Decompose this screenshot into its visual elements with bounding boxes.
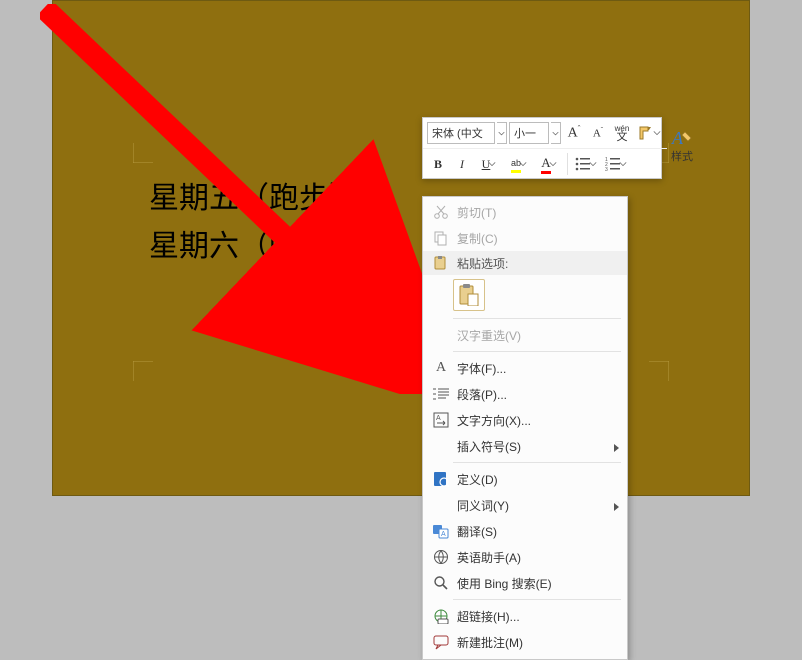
menu-cut-label: 剪切(T) xyxy=(453,204,609,221)
svg-text:A: A xyxy=(671,128,684,148)
numbering-button[interactable]: 123 xyxy=(602,153,630,175)
menu-new-comment[interactable]: 新建批注(M) xyxy=(423,629,627,655)
clipboard-icon xyxy=(459,284,479,306)
svg-text:A: A xyxy=(436,415,441,422)
crop-mark-tl xyxy=(133,137,159,163)
menu-reconvert[interactable]: 汉字重选(V) xyxy=(423,322,627,348)
styles-label: 样式 xyxy=(671,148,693,164)
english-assistant-icon xyxy=(429,549,453,565)
menu-synonyms[interactable]: 同义词(Y) xyxy=(423,492,627,518)
comment-icon xyxy=(429,634,453,650)
styles-icon: A xyxy=(671,128,693,148)
define-icon xyxy=(429,471,453,487)
italic-button[interactable]: I xyxy=(451,153,473,175)
font-letter-icon: A xyxy=(429,360,453,376)
text-line-1[interactable]: 星期五（跑步） xyxy=(149,182,359,215)
menu-hyperlink[interactable]: 超链接(H)... xyxy=(423,603,627,629)
grow-font-button[interactable]: Aˆ xyxy=(563,122,585,144)
menu-insert-symbol[interactable]: 插入符号(S) xyxy=(423,433,627,459)
crop-mark-bl xyxy=(133,361,159,387)
menu-separator xyxy=(453,351,621,352)
menu-english-assistant[interactable]: 英语助手(A) xyxy=(423,544,627,570)
paste-keep-source-button[interactable] xyxy=(453,279,485,311)
menu-separator xyxy=(453,318,621,319)
context-menu: 剪切(T) 复制(C) 粘贴选项: 汉字重选(V) A 字体(F)... 段落(… xyxy=(422,196,628,660)
cut-icon xyxy=(429,204,453,220)
menu-separator xyxy=(453,599,621,600)
paragraph-lines-icon xyxy=(429,387,453,401)
mini-toolbar: 宋体 (中文 小一 Aˆ Aˇ wén文 B I U ab xyxy=(422,117,662,179)
bold-button[interactable]: B xyxy=(427,153,449,175)
menu-define-label: 定义(D) xyxy=(453,471,609,488)
document-text[interactable]: 星期五（跑步） 星期六（听歌） xyxy=(149,175,359,271)
menu-english-assistant-label: 英语助手(A) xyxy=(453,549,609,566)
menu-bing-search-label: 使用 Bing 搜索(E) xyxy=(453,575,609,592)
submenu-arrow-icon xyxy=(613,501,621,515)
menu-translate-label: 翻译(S) xyxy=(453,523,609,540)
font-color-button[interactable]: A xyxy=(535,153,563,175)
menu-paste-options-label: 粘贴选项: xyxy=(453,255,508,272)
hyperlink-icon xyxy=(429,608,453,624)
font-size-select[interactable]: 小一 xyxy=(509,122,549,144)
menu-copy[interactable]: 复制(C) xyxy=(423,225,627,251)
menu-translate[interactable]: A 翻译(S) xyxy=(423,518,627,544)
copy-icon xyxy=(429,230,453,246)
menu-hyperlink-label: 超链接(H)... xyxy=(453,608,609,625)
format-painter-button[interactable] xyxy=(635,122,663,144)
menu-reconvert-label: 汉字重选(V) xyxy=(453,327,609,344)
svg-text:A: A xyxy=(441,531,446,538)
menu-bing-search[interactable]: 使用 Bing 搜索(E) xyxy=(423,570,627,596)
text-direction-icon: A xyxy=(429,412,453,428)
menu-paragraph-label: 段落(P)... xyxy=(453,386,609,403)
paste-icon xyxy=(429,255,453,271)
styles-button[interactable]: A 样式 xyxy=(671,118,693,174)
menu-separator xyxy=(453,462,621,463)
menu-cut[interactable]: 剪切(T) xyxy=(423,199,627,225)
font-family-select[interactable]: 宋体 (中文 xyxy=(427,122,495,144)
shrink-font-button[interactable]: Aˇ xyxy=(587,122,609,144)
menu-new-comment-label: 新建批注(M) xyxy=(453,634,609,651)
text-line-2[interactable]: 星期六（听歌） xyxy=(149,223,359,271)
underline-button[interactable]: U xyxy=(475,153,503,175)
menu-paste-options-row xyxy=(423,275,627,315)
separator xyxy=(567,153,568,175)
menu-define[interactable]: 定义(D) xyxy=(423,466,627,492)
crop-mark-br xyxy=(643,361,669,387)
font-size-dropdown[interactable] xyxy=(551,122,561,144)
menu-font-label: 字体(F)... xyxy=(453,360,609,377)
menu-copy-label: 复制(C) xyxy=(453,230,609,247)
bullets-button[interactable] xyxy=(572,153,600,175)
translate-icon: A xyxy=(429,523,453,539)
highlight-color-button[interactable]: ab xyxy=(505,153,533,175)
font-family-dropdown[interactable] xyxy=(497,122,507,144)
menu-synonyms-label: 同义词(Y) xyxy=(453,497,609,514)
menu-text-direction-label: 文字方向(X)... xyxy=(453,412,609,429)
svg-text:3: 3 xyxy=(605,167,608,171)
search-icon xyxy=(429,575,453,591)
submenu-arrow-icon xyxy=(613,442,621,456)
menu-text-direction[interactable]: A 文字方向(X)... xyxy=(423,407,627,433)
menu-insert-symbol-label: 插入符号(S) xyxy=(453,438,609,455)
menu-paste-options-header: 粘贴选项: xyxy=(423,251,627,275)
phonetic-guide-button[interactable]: wén文 xyxy=(611,122,633,144)
menu-paragraph[interactable]: 段落(P)... xyxy=(423,381,627,407)
document-page: 星期五（跑步） 星期六（听歌） xyxy=(52,0,750,496)
text-cursor xyxy=(357,182,358,212)
menu-font[interactable]: A 字体(F)... xyxy=(423,355,627,381)
